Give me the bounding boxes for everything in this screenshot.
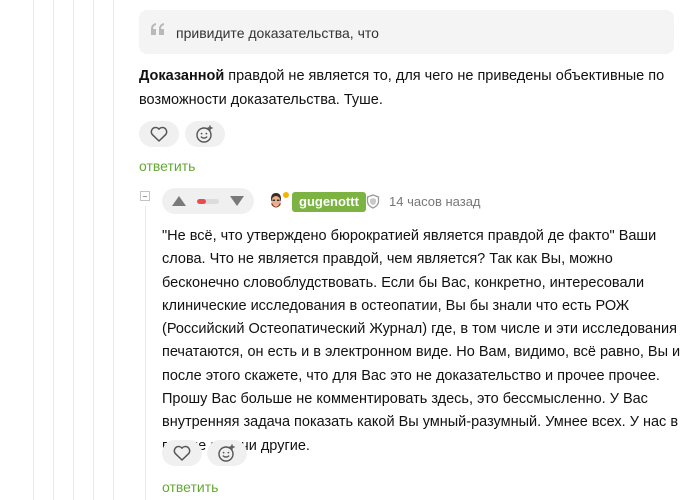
username-badge[interactable]: gugenottt xyxy=(292,192,366,212)
react-button[interactable] xyxy=(207,440,247,466)
upvote-icon[interactable] xyxy=(171,195,187,207)
thread-line xyxy=(53,0,54,500)
reply-link[interactable]: ответить xyxy=(162,479,218,495)
rating-bar xyxy=(197,199,219,204)
heart-icon xyxy=(150,126,168,142)
like-button[interactable] xyxy=(162,440,202,466)
comment-body: "Не всё, что утверждено бюрократией явля… xyxy=(162,228,681,454)
comment-timestamp[interactable]: 14 часов назад xyxy=(389,194,481,209)
heart-icon xyxy=(173,445,191,461)
quote-icon xyxy=(150,22,166,41)
thread-line xyxy=(113,0,114,500)
rating-fill xyxy=(197,199,206,204)
emoji-add-icon xyxy=(218,444,235,462)
like-button[interactable] xyxy=(139,121,179,147)
thread-line xyxy=(33,0,34,500)
rating-widget xyxy=(162,188,254,214)
comment-bold-lead: Доказанной xyxy=(139,68,225,84)
reply-link[interactable]: ответить xyxy=(139,158,195,174)
downvote-icon[interactable] xyxy=(229,195,245,207)
thread-line xyxy=(73,0,74,500)
quote-text: привидите доказательства, что xyxy=(176,25,379,41)
collapse-thread-button[interactable] xyxy=(140,191,150,201)
emoji-add-icon xyxy=(196,125,213,143)
thread-line xyxy=(93,0,94,500)
thread-line xyxy=(145,206,146,500)
react-button[interactable] xyxy=(185,121,225,147)
comment-body: Доказанной правдой не является то, для ч… xyxy=(139,64,679,112)
shield-icon xyxy=(366,194,380,209)
status-dot xyxy=(282,191,290,199)
